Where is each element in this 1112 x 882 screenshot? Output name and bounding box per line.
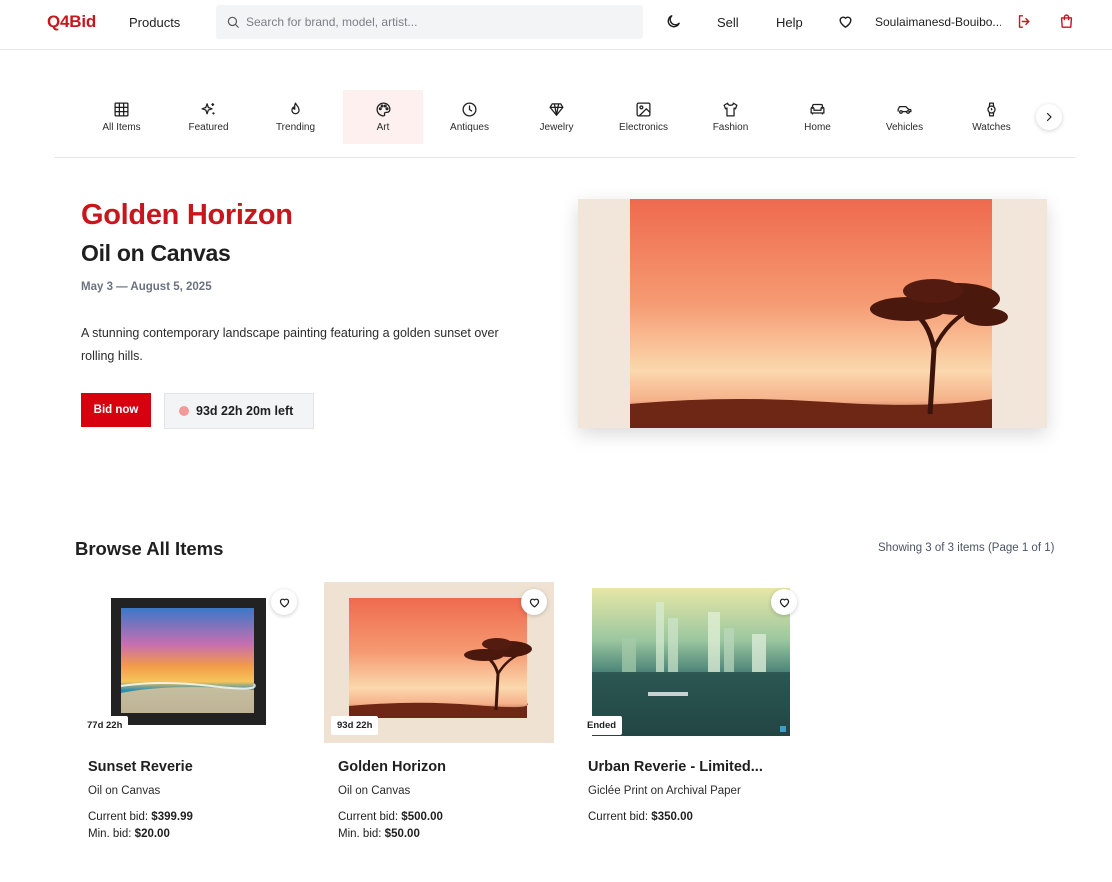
min-bid-label: Min. bid:: [88, 828, 132, 840]
category-all-items[interactable]: All Items: [78, 90, 165, 144]
item-title[interactable]: Golden Horizon: [338, 759, 446, 775]
category-vehicles[interactable]: Vehicles: [861, 90, 948, 144]
logo[interactable]: Q4Bid: [47, 12, 96, 32]
category-watches[interactable]: Watches: [948, 90, 1035, 144]
current-bid-label: Current bid:: [588, 811, 649, 823]
heart-icon[interactable]: [836, 12, 854, 30]
current-bid: Current bid: $350.00: [588, 811, 693, 823]
item-image[interactable]: 77d 22h: [74, 582, 304, 743]
car-icon: [897, 106, 912, 114]
item-medium: Giclée Print on Archival Paper: [588, 785, 741, 797]
item-card[interactable]: 77d 22h Sunset Reverie Oil on Canvas Cur…: [74, 582, 304, 840]
category-strip: All Items Featured Trending Art Antiques…: [78, 90, 1035, 144]
logout-icon[interactable]: [1015, 12, 1033, 30]
item-medium: Oil on Canvas: [338, 785, 411, 797]
help-link[interactable]: Help: [776, 15, 803, 30]
clock-icon: [462, 102, 477, 117]
item-medium: Oil on Canvas: [88, 785, 161, 797]
sell-link[interactable]: Sell: [717, 15, 739, 30]
current-bid-label: Current bid:: [88, 811, 149, 823]
min-bid-value: $50.00: [384, 828, 420, 840]
flame-icon: [291, 102, 300, 115]
category-label: Antiques: [450, 122, 489, 133]
category-label: Watches: [972, 122, 1011, 133]
search-icon: [227, 16, 239, 28]
search-bar[interactable]: [216, 5, 643, 39]
grid-icon: [114, 102, 129, 117]
moon-icon[interactable]: [664, 12, 682, 30]
search-input[interactable]: [246, 15, 626, 29]
category-next-button[interactable]: [1036, 104, 1062, 130]
min-bid-value: $20.00: [134, 828, 170, 840]
item-title[interactable]: Sunset Reverie: [88, 759, 193, 775]
category-label: Jewelry: [539, 122, 574, 133]
time-left-badge: 77d 22h: [81, 716, 129, 735]
results-count: Showing 3 of 3 items (Page 1 of 1): [878, 542, 1055, 554]
gem-icon: [549, 103, 564, 116]
item-card[interactable]: 93d 22h Golden Horizon Oil on Canvas Cur…: [324, 582, 554, 840]
min-bid-label: Min. bid:: [338, 828, 382, 840]
hero-description: A stunning contemporary landscape painti…: [81, 326, 499, 363]
category-label: Electronics: [619, 122, 668, 133]
browse-section-title: Browse All Items: [75, 538, 224, 559]
category-label: Vehicles: [885, 122, 924, 133]
category-label: Fashion: [712, 122, 749, 133]
shopping-bag-icon[interactable]: [1057, 12, 1075, 30]
category-antiques[interactable]: Antiques: [426, 90, 513, 144]
category-featured[interactable]: Featured: [165, 90, 252, 144]
image-icon: [636, 102, 651, 117]
sofa-icon: [810, 103, 825, 115]
favorite-button[interactable]: [521, 589, 547, 615]
category-label: Featured: [188, 122, 229, 133]
heart-icon: [279, 598, 289, 607]
current-bid: Current bid: $399.99: [88, 811, 193, 823]
min-bid: Min. bid: $50.00: [338, 828, 420, 840]
top-navigation-bar: Q4Bid Products Sell Help Soulaimanesd-Bo…: [0, 0, 1112, 50]
bid-now-button[interactable]: Bid now: [81, 393, 151, 427]
time-left-text: 93d 22h 20m left: [196, 404, 294, 418]
category-label: All Items: [102, 122, 141, 133]
category-trending[interactable]: Trending: [252, 90, 339, 144]
sparkles-icon: [201, 103, 215, 115]
item-image[interactable]: Ended: [574, 582, 804, 743]
heart-icon: [529, 598, 539, 607]
category-label: Home: [804, 122, 831, 133]
current-bid-value: $500.00: [401, 811, 443, 823]
category-home[interactable]: Home: [774, 90, 861, 144]
user-account-link[interactable]: Soulaimanesd-Bouibo...: [875, 15, 1001, 29]
auction-dates: May 3 — August 5, 2025: [81, 281, 212, 293]
hero-title[interactable]: Golden Horizon: [81, 199, 293, 232]
hero-subtitle: Oil on Canvas: [81, 240, 231, 266]
current-bid-label: Current bid:: [338, 811, 399, 823]
hero-artwork-image[interactable]: [578, 199, 1047, 428]
category-art[interactable]: Art: [343, 90, 423, 144]
ended-badge: Ended: [581, 716, 623, 735]
category-jewelry[interactable]: Jewelry: [513, 90, 600, 144]
favorite-button[interactable]: [771, 589, 797, 615]
divider: [54, 157, 1075, 158]
watch-icon: [987, 102, 996, 117]
item-title[interactable]: Urban Reverie - Limited...: [588, 759, 763, 775]
favorite-button[interactable]: [271, 589, 297, 615]
current-bid-value: $350.00: [651, 811, 693, 823]
status-dot: [179, 406, 189, 416]
category-label: Trending: [275, 122, 316, 133]
current-bid-value: $399.99: [151, 811, 193, 823]
time-left-badge: 93d 22h: [331, 716, 379, 735]
category-fashion[interactable]: Fashion: [687, 90, 774, 144]
heart-icon: [779, 598, 789, 607]
min-bid: Min. bid: $20.00: [88, 828, 170, 840]
category-electronics[interactable]: Electronics: [600, 90, 687, 144]
category-label: Art: [376, 122, 390, 133]
time-left-badge: 93d 22h 20m left: [164, 393, 314, 429]
item-card[interactable]: Ended Urban Reverie - Limited... Giclée …: [574, 582, 804, 823]
item-image[interactable]: 93d 22h: [324, 582, 554, 743]
shirt-icon: [723, 102, 738, 117]
palette-icon: [375, 102, 391, 117]
products-menu-link[interactable]: Products: [129, 15, 180, 30]
current-bid: Current bid: $500.00: [338, 811, 443, 823]
chevron-right-icon: [1046, 112, 1052, 122]
